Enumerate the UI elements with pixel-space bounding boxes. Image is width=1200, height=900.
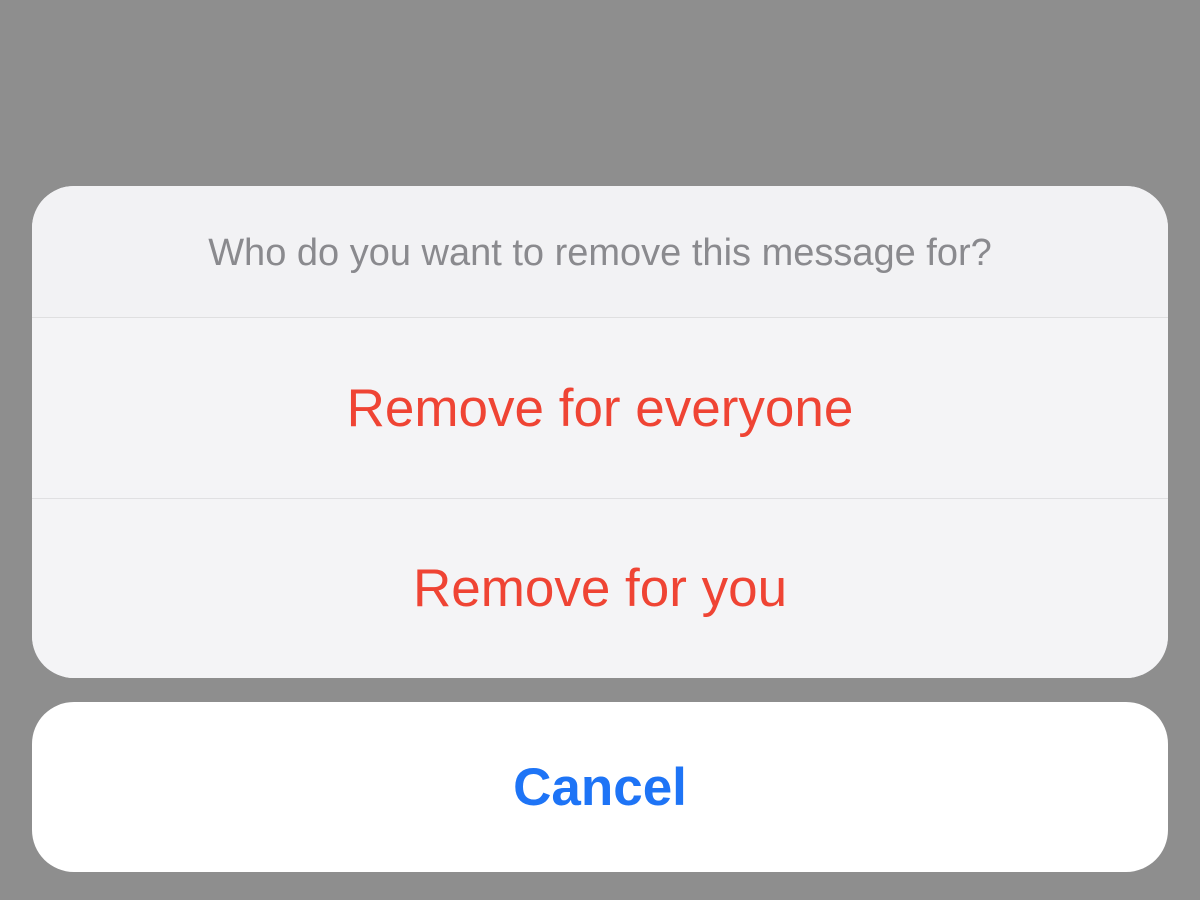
cancel-button[interactable]: Cancel	[32, 702, 1168, 872]
remove-for-you-button[interactable]: Remove for you	[32, 498, 1168, 678]
action-sheet-main: Who do you want to remove this message f…	[32, 186, 1168, 678]
action-sheet: Who do you want to remove this message f…	[32, 186, 1168, 872]
remove-for-everyone-button[interactable]: Remove for everyone	[32, 318, 1168, 498]
action-sheet-title: Who do you want to remove this message f…	[32, 186, 1168, 318]
